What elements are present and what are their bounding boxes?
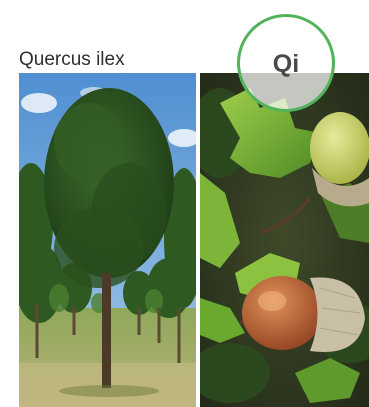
acorn-photo <box>200 73 369 407</box>
species-card: Quercus ilex Qi <box>0 0 369 407</box>
species-code-badge: Qi <box>237 14 335 112</box>
species-name: Quercus ilex <box>19 49 125 70</box>
species-code: Qi <box>272 49 300 78</box>
tree-photo <box>19 73 196 407</box>
